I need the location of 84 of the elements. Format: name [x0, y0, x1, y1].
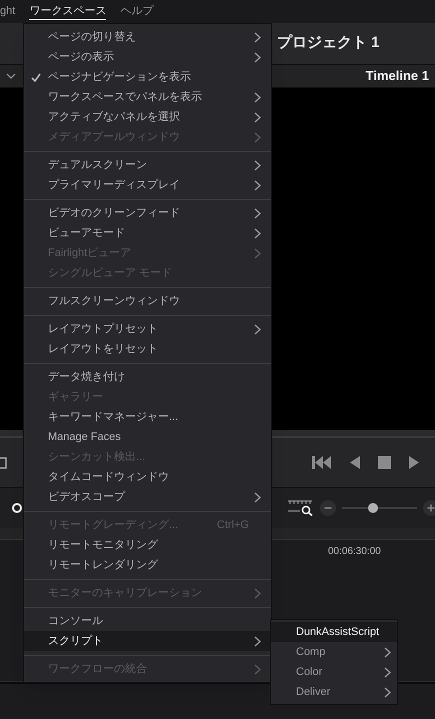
chevron-right-icon: [254, 588, 261, 598]
menu-item-label: Manage Faces: [48, 430, 121, 445]
chevron-right-icon: [254, 52, 261, 62]
chevron-right-icon: [254, 248, 261, 258]
menu-item[interactable]: ビデオスコープ: [24, 487, 271, 507]
menu-item[interactable]: フルスクリーンウィンドウ: [24, 291, 271, 311]
chevron-right-icon: [254, 180, 261, 190]
menu-item[interactable]: ビデオのクリーンフィード: [24, 203, 271, 223]
menu-item[interactable]: スクリプト: [24, 631, 271, 651]
menu-bar-item[interactable]: ght: [0, 4, 16, 19]
menu-item-label: スクリプト: [48, 634, 103, 649]
play-reverse-icon[interactable]: [350, 456, 360, 469]
chevron-right-icon: [254, 492, 261, 502]
chevron-right-icon: [384, 666, 391, 678]
menu-item-label: ビデオスコープ: [48, 490, 125, 505]
chevron-right-icon: [384, 686, 391, 698]
chevron-right-icon: [384, 646, 391, 658]
menu-item-label: DunkAssistScript: [296, 624, 380, 640]
chevron-right-icon: [254, 208, 261, 218]
menu-item[interactable]: ページの切り替え: [24, 27, 271, 47]
menu-item-label: キーワードマネージャー...: [48, 410, 178, 425]
menu-item-label: ビデオのクリーンフィード: [48, 206, 180, 221]
menu-item[interactable]: ページナビゲーションを表示: [24, 67, 271, 87]
chevron-right-icon: [254, 32, 261, 42]
menu-item-label: ビューアモード: [48, 226, 125, 241]
menu-item-label: デュアルスクリーン: [48, 158, 147, 173]
menu-item-label: プライマリーディスプレイ: [48, 178, 180, 193]
zoom-in-icon[interactable]: [423, 500, 435, 516]
chevron-right-icon: [254, 112, 261, 122]
chevron-down-icon[interactable]: [6, 73, 16, 79]
menu-item[interactable]: レイアウトをリセット: [24, 339, 271, 359]
menu-item-label: コンソール: [48, 614, 103, 629]
menu-item[interactable]: リモートモニタリング: [24, 535, 271, 555]
menu-item[interactable]: タイムコードウィンドウ: [24, 467, 271, 487]
menu-item-label: ページナビゲーションを表示: [48, 70, 191, 85]
crop-icon[interactable]: [0, 456, 8, 470]
menu-item-label: レイアウトをリセット: [48, 342, 158, 357]
menu-item[interactable]: ワークスペースでパネルを表示: [24, 87, 271, 107]
menu-item[interactable]: アクティブなパネルを選択: [24, 107, 271, 127]
menu-item[interactable]: リモートレンダリング: [24, 555, 271, 575]
menu-item[interactable]: ページの表示: [24, 47, 271, 67]
chevron-right-icon: [254, 160, 261, 170]
menu-item-label: フルスクリーンウィンドウ: [48, 294, 180, 309]
menu-item[interactable]: DunkAssistScript: [271, 622, 397, 642]
timecode: 00:06:30:00: [328, 544, 381, 558]
menu-item-label: タイムコードウィンドウ: [48, 470, 169, 485]
menu-item-label: Color: [296, 664, 322, 680]
menu-item-label: リモートレンダリング: [48, 558, 158, 573]
menu-item[interactable]: キーワードマネージャー...: [24, 407, 271, 427]
menu-item-label: Comp: [296, 644, 326, 660]
skip-back-icon[interactable]: [312, 456, 332, 469]
menu-item[interactable]: Deliver: [271, 682, 397, 702]
menu-item[interactable]: レイアウトプリセット: [24, 319, 271, 339]
chevron-right-icon: [254, 324, 261, 334]
menu-item-label: ページの切り替え: [48, 30, 136, 45]
menu-bar-item[interactable]: ヘルプ: [120, 4, 154, 19]
menu-item[interactable]: データ焼き付け: [24, 367, 271, 387]
timeline-name: Timeline 1: [366, 67, 429, 86]
menu-item[interactable]: プライマリーディスプレイ: [24, 175, 271, 195]
menu-item[interactable]: Color: [271, 662, 397, 682]
play-icon[interactable]: [409, 456, 419, 469]
menu-item[interactable]: デュアルスクリーン: [24, 155, 271, 175]
menu-bar-item[interactable]: ワークスペース: [29, 4, 106, 20]
menu-item[interactable]: ビューアモード: [24, 223, 271, 243]
menu-item[interactable]: コンソール: [24, 611, 271, 631]
chevron-right-icon: [254, 92, 261, 102]
chevron-right-icon: [254, 228, 261, 238]
menu-item[interactable]: Comp: [271, 642, 397, 662]
menu-item-label: Deliver: [296, 684, 330, 700]
menu-item-label: ワークスペースでパネルを表示: [48, 90, 202, 105]
menu-item-label: アクティブなパネルを選択: [48, 110, 180, 125]
project-title: プロジェクト 1: [277, 33, 380, 54]
menu-item-label: ページの表示: [48, 50, 114, 65]
chevron-right-icon: [254, 636, 261, 646]
chevron-right-icon: [254, 132, 261, 142]
zoom-out-icon[interactable]: [320, 500, 336, 516]
checkmark-icon: [31, 72, 41, 82]
zoom-slider[interactable]: [342, 503, 417, 513]
chevron-right-icon: [254, 664, 261, 674]
menu-item[interactable]: Manage Faces: [24, 427, 271, 447]
menu-item-label: レイアウトプリセット: [48, 322, 158, 337]
menu-item-label: リモートモニタリング: [48, 538, 158, 553]
zoom-ruler-icon[interactable]: [287, 500, 314, 516]
menu-item-label: データ焼き付け: [48, 370, 125, 385]
